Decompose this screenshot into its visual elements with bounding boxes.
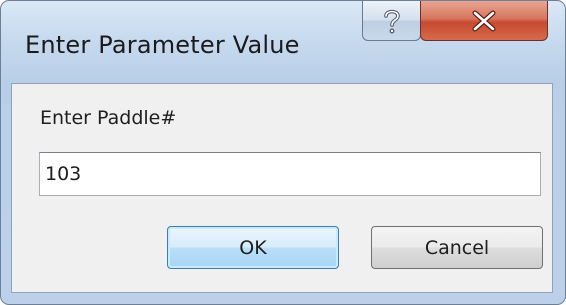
dialog-title: Enter Parameter Value (25, 31, 300, 59)
parameter-dialog: Enter Parameter Value Enter Paddle# OK C… (0, 0, 566, 305)
parameter-input[interactable] (39, 152, 541, 196)
ok-button[interactable]: OK (167, 226, 339, 269)
prompt-label: Enter Paddle# (40, 107, 177, 129)
question-mark-icon (383, 9, 400, 33)
close-x-icon (472, 10, 496, 31)
close-button[interactable] (420, 1, 548, 41)
cancel-button[interactable]: Cancel (371, 226, 543, 269)
help-button[interactable] (362, 1, 421, 41)
dialog-content: Enter Paddle# OK Cancel (11, 83, 553, 293)
